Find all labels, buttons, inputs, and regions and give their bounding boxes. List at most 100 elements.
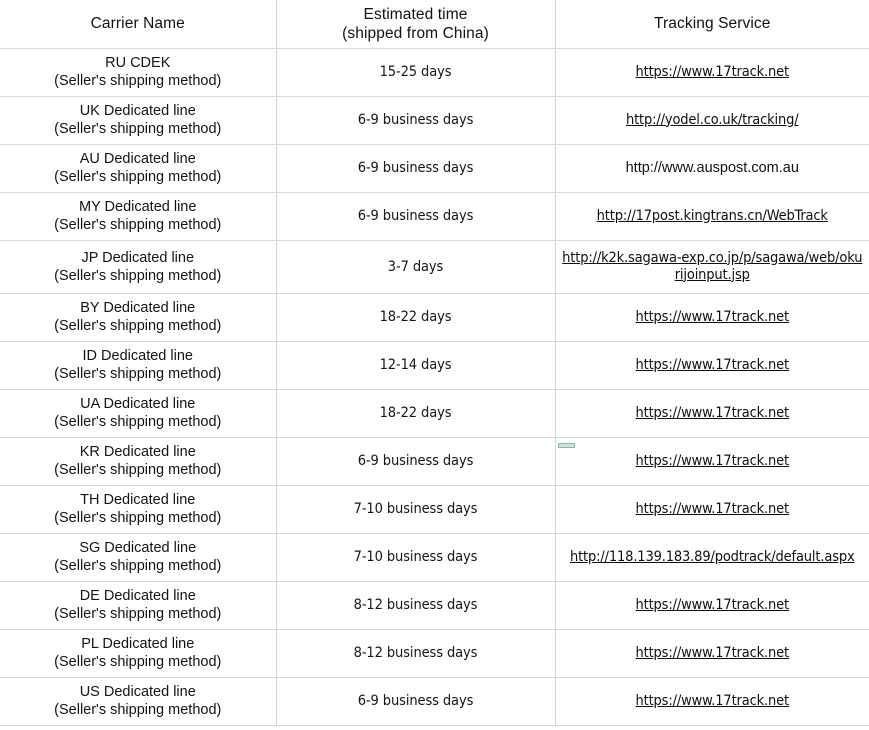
cell-estimated-time: 18-22 days: [276, 293, 556, 342]
table-body: RU CDEK (Seller's shipping method) 15-25 d…: [0, 48, 869, 726]
carrier-method-subtitle: (Seller's shipping method): [54, 121, 222, 137]
carrier-name-text: MY Dedicated line: [79, 199, 197, 215]
table-row: TH Dedicated line (Seller's shipping meth…: [0, 485, 869, 534]
cell-estimated-time: 8-12 business days: [276, 629, 556, 678]
cell-carrier-name: US Dedicated line (Seller's shipping meth…: [0, 677, 277, 726]
table-row: US Dedicated line (Seller's shipping meth…: [0, 677, 869, 726]
carrier-method-subtitle: (Seller's shipping method): [54, 654, 222, 670]
cell-estimated-time: 6-9 business days: [276, 96, 556, 145]
carrier-name-text: BY Dedicated line: [80, 300, 196, 316]
column-header-estimated-time: Estimated time (shipped from China): [276, 0, 556, 49]
cell-tracking-service[interactable]: http://yodel.co.uk/tracking/: [555, 96, 869, 145]
cell-estimated-time: 12-14 days: [276, 341, 556, 390]
tracking-service-link[interactable]: https://www.17track.net: [636, 64, 790, 80]
cell-estimated-time: 6-9 business days: [276, 192, 556, 241]
carrier-name-text: RU CDEK: [105, 55, 171, 71]
cell-carrier-name: PL Dedicated line (Seller's shipping meth…: [0, 629, 277, 678]
table-row: UA Dedicated line (Seller's shipping meth…: [0, 389, 869, 438]
cell-carrier-name: MY Dedicated line (Seller's shipping meth…: [0, 192, 277, 241]
cell-estimated-time: 7-10 business days: [276, 533, 556, 582]
cell-estimated-time: 15-25 days: [276, 48, 556, 97]
carrier-name-text: JP Dedicated line: [81, 249, 195, 266]
column-header-tracking-service: Tracking Service: [555, 0, 869, 49]
cell-estimated-time: 6-9 business days: [276, 144, 556, 193]
carrier-method-subtitle: (Seller's shipping method): [54, 169, 222, 185]
tracking-service-link[interactable]: http://k2k.sagawa-exp.co.jp/p/sagawa/web…: [562, 250, 862, 283]
cell-carrier-name: SG Dedicated line (Seller's shipping meth…: [0, 533, 277, 582]
carrier-name-text: PL Dedicated line: [81, 636, 195, 652]
tracking-service-link[interactable]: https://www.17track.net: [636, 501, 790, 517]
cell-carrier-name: BY Dedicated line (Seller's shipping meth…: [0, 293, 277, 342]
carrier-method-subtitle: (Seller's shipping method): [54, 606, 222, 622]
carrier-method-subtitle: (Seller's shipping method): [54, 267, 222, 284]
cell-tracking-service[interactable]: https://www.17track.net: [555, 485, 869, 534]
cell-tracking-service[interactable]: https://www.17track.net: [555, 581, 869, 630]
table-row: AU Dedicated line (Seller's shipping meth…: [0, 144, 869, 193]
cell-carrier-name: ID Dedicated line (Seller's shipping meth…: [0, 341, 277, 390]
column-header-carrier-name-label: Carrier Name: [90, 15, 185, 33]
carrier-method-subtitle: (Seller's shipping method): [54, 217, 222, 233]
tracking-service-link[interactable]: http://www.auspost.com.au: [626, 160, 799, 176]
table-row: BY Dedicated line (Seller's shipping meth…: [0, 293, 869, 342]
tracking-service-link[interactable]: http://17post.kingtrans.cn/WebTrack: [597, 208, 828, 224]
carrier-method-subtitle: (Seller's shipping method): [54, 462, 222, 478]
cell-tracking-service[interactable]: http://118.139.183.89/podtrack/default.a…: [555, 533, 869, 582]
tracking-service-link[interactable]: https://www.17track.net: [636, 597, 790, 613]
tracking-service-link[interactable]: https://www.17track.net: [636, 453, 790, 469]
table-row: SG Dedicated line (Seller's shipping meth…: [0, 533, 869, 582]
table-row: DE Dedicated line (Seller's shipping meth…: [0, 581, 869, 630]
tracking-service-link[interactable]: https://www.17track.net: [636, 405, 790, 421]
cell-carrier-name: UK Dedicated line (Seller's shipping meth…: [0, 96, 277, 145]
table-row: RU CDEK (Seller's shipping method) 15-25 d…: [0, 48, 869, 97]
cell-tracking-service[interactable]: https://www.17track.net: [555, 677, 869, 726]
table-row: PL Dedicated line (Seller's shipping meth…: [0, 629, 869, 678]
column-header-estimated-time-label: Estimated time: [363, 5, 468, 23]
carrier-name-text: ID Dedicated line: [82, 348, 193, 364]
cell-carrier-name: JP Dedicated line (Seller's shipping meth…: [0, 240, 277, 294]
column-header-carrier-name: Carrier Name: [0, 0, 277, 49]
cell-estimated-time: 3-7 days: [276, 240, 556, 294]
cell-estimated-time: 6-9 business days: [276, 437, 556, 486]
tracking-service-link[interactable]: https://www.17track.net: [636, 693, 790, 709]
tracking-service-link[interactable]: http://yodel.co.uk/tracking/: [626, 112, 799, 128]
carrier-method-subtitle: (Seller's shipping method): [54, 510, 222, 526]
column-header-tracking-service-label: Tracking Service: [654, 15, 771, 33]
cell-carrier-name: KR Dedicated line (Seller's shipping meth…: [0, 437, 277, 486]
cell-carrier-name: UA Dedicated line (Seller's shipping meth…: [0, 389, 277, 438]
cell-tracking-service[interactable]: http://k2k.sagawa-exp.co.jp/p/sagawa/web…: [555, 240, 869, 294]
carrier-method-subtitle: (Seller's shipping method): [54, 414, 222, 430]
cell-tracking-service[interactable]: https://www.17track.net: [555, 389, 869, 438]
shipping-carriers-table: Carrier Name Estimated time (shipped fro…: [0, 0, 869, 726]
tracking-service-link[interactable]: http://118.139.183.89/podtrack/default.a…: [570, 549, 855, 565]
cell-estimated-time: 18-22 days: [276, 389, 556, 438]
cell-tracking-service[interactable]: http://www.auspost.com.au: [555, 144, 869, 193]
table-row: MY Dedicated line (Seller's shipping meth…: [0, 192, 869, 241]
cell-estimated-time: 8-12 business days: [276, 581, 556, 630]
cell-carrier-name: DE Dedicated line (Seller's shipping meth…: [0, 581, 277, 630]
carrier-name-text: KR Dedicated line: [79, 444, 196, 460]
tracking-service-link[interactable]: https://www.17track.net: [636, 357, 790, 373]
carrier-name-text: SG Dedicated line: [79, 540, 197, 556]
table-row: ID Dedicated line (Seller's shipping meth…: [0, 341, 869, 390]
table-header: Carrier Name Estimated time (shipped fro…: [0, 0, 869, 49]
cell-estimated-time: 6-9 business days: [276, 677, 556, 726]
cell-carrier-name: AU Dedicated line (Seller's shipping meth…: [0, 144, 277, 193]
cell-tracking-service[interactable]: https://www.17track.net: [555, 48, 869, 97]
carrier-name-text: UA Dedicated line: [80, 396, 196, 412]
carrier-name-text: AU Dedicated line: [79, 151, 196, 167]
cell-carrier-name: RU CDEK (Seller's shipping method): [0, 48, 277, 97]
cell-tracking-service[interactable]: https://www.17track.net: [555, 629, 869, 678]
carrier-name-text: TH Dedicated line: [80, 492, 196, 508]
cell-estimated-time: 7-10 business days: [276, 485, 556, 534]
carrier-method-subtitle: (Seller's shipping method): [54, 702, 222, 718]
carrier-method-subtitle: (Seller's shipping method): [54, 558, 222, 574]
tracking-service-link[interactable]: https://www.17track.net: [636, 645, 790, 661]
cell-carrier-name: TH Dedicated line (Seller's shipping meth…: [0, 485, 277, 534]
cell-tracking-service[interactable]: https://www.17track.net: [555, 341, 869, 390]
cell-tracking-service[interactable]: https://www.17track.net: [555, 437, 869, 486]
cell-tracking-service[interactable]: http://17post.kingtrans.cn/WebTrack: [555, 192, 869, 241]
table-row: KR Dedicated line (Seller's shipping meth…: [0, 437, 869, 486]
header-row: Carrier Name Estimated time (shipped fro…: [0, 0, 869, 49]
tracking-service-link[interactable]: https://www.17track.net: [636, 309, 790, 325]
cell-tracking-service[interactable]: https://www.17track.net: [555, 293, 869, 342]
